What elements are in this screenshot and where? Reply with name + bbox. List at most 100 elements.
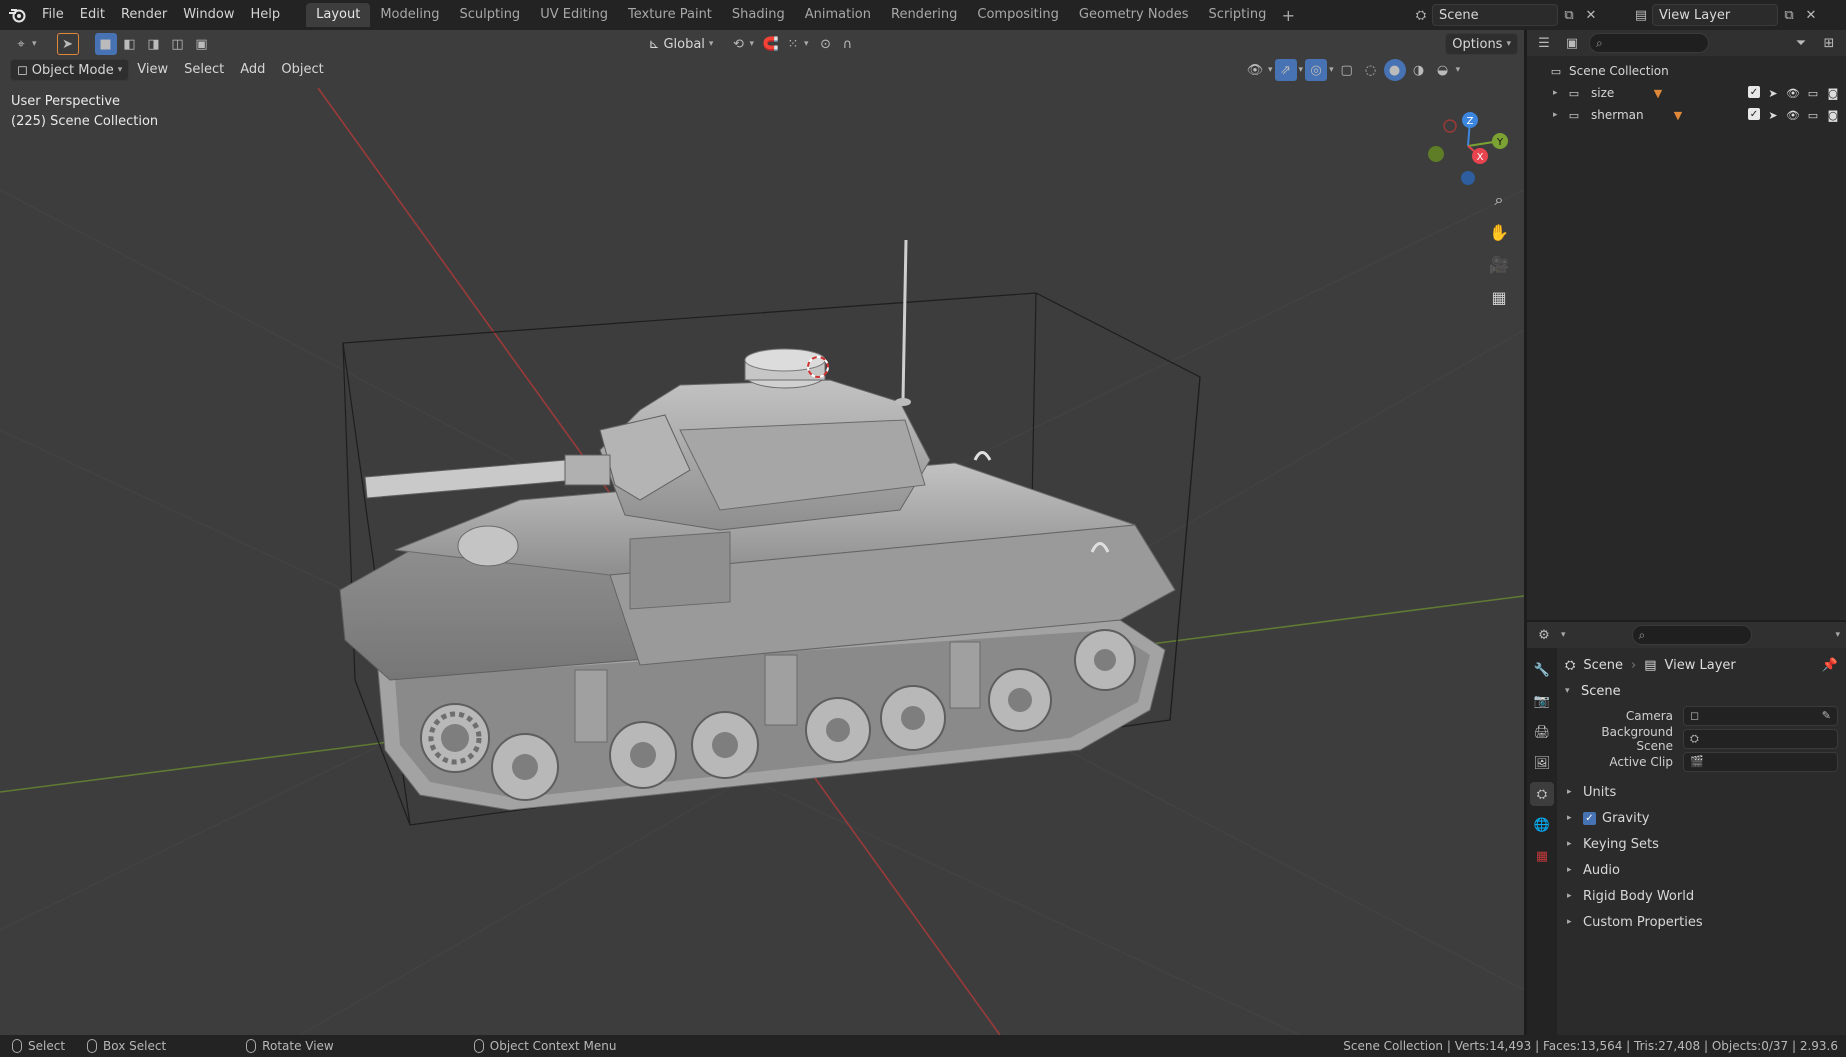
- scene-panel-header[interactable]: ▾ Scene: [1565, 678, 1838, 704]
- scene-icon[interactable]: ⛭: [1410, 4, 1432, 26]
- scene-tab-icon[interactable]: ⛭: [1530, 782, 1554, 806]
- menu-view[interactable]: View: [129, 59, 176, 81]
- select-intersect-icon[interactable]: ▣: [191, 33, 213, 55]
- world-tab-icon[interactable]: 🌐: [1530, 813, 1554, 837]
- expand-triangle-icon[interactable]: ▸: [1553, 88, 1563, 98]
- shading-chevron-icon[interactable]: ▾: [1456, 65, 1461, 75]
- properties-options-chevron-icon[interactable]: ▾: [1835, 630, 1840, 640]
- view-layer-tab-icon[interactable]: 🖼: [1530, 751, 1554, 775]
- tab-shading[interactable]: Shading: [722, 3, 795, 27]
- select-subtract-icon[interactable]: ◨: [143, 33, 165, 55]
- view-layer-name-field[interactable]: View Layer: [1652, 4, 1778, 26]
- snap-icon[interactable]: 🧲: [760, 33, 782, 55]
- menu-edit[interactable]: Edit: [72, 3, 113, 27]
- eye-icon[interactable]: 👁: [1786, 108, 1800, 122]
- render-tab-icon[interactable]: 📷: [1530, 689, 1554, 713]
- monitor-icon[interactable]: ▭: [1806, 86, 1820, 100]
- menu-add[interactable]: Add: [232, 59, 273, 81]
- tab-scripting[interactable]: Scripting: [1199, 3, 1277, 27]
- editor-type-icon[interactable]: ⌖: [10, 33, 32, 55]
- selectable-arrow-icon[interactable]: ➤: [1766, 108, 1780, 122]
- menu-object[interactable]: Object: [273, 59, 331, 81]
- pivot-point-icon[interactable]: ⟲: [727, 33, 749, 55]
- delete-scene-icon[interactable]: ✕: [1580, 4, 1602, 26]
- new-view-layer-icon[interactable]: ⧉: [1778, 4, 1800, 26]
- menu-select[interactable]: Select: [176, 59, 232, 81]
- material-shading-icon[interactable]: ◑: [1408, 59, 1430, 81]
- select-tool-icon[interactable]: ➤: [56, 33, 79, 55]
- tab-animation[interactable]: Animation: [795, 3, 881, 27]
- keying-sets-panel[interactable]: ▸ Keying Sets: [1565, 831, 1838, 857]
- outliner-editor-type-icon[interactable]: ☰: [1533, 32, 1555, 54]
- delete-view-layer-icon[interactable]: ✕: [1800, 4, 1822, 26]
- tool-tab-icon[interactable]: 🔧: [1530, 658, 1554, 682]
- editor-type-chevron-icon[interactable]: ▾: [32, 39, 37, 49]
- menu-help[interactable]: Help: [243, 3, 289, 27]
- new-scene-icon[interactable]: ⧉: [1558, 4, 1580, 26]
- new-collection-icon[interactable]: ⊞: [1818, 32, 1840, 54]
- solid-shading-icon[interactable]: ●: [1383, 59, 1406, 81]
- menu-window[interactable]: Window: [175, 3, 242, 27]
- view-layer-icon[interactable]: ▤: [1630, 4, 1652, 26]
- ortho-grid-icon[interactable]: ▦: [1485, 283, 1513, 311]
- navigation-gizmo[interactable]: Z Y X: [1420, 96, 1520, 196]
- outliner-row-size[interactable]: ▸ ▭ size ▼ ✓ ➤ 👁 ▭ ◙: [1527, 82, 1846, 104]
- add-workspace-button[interactable]: +: [1276, 6, 1300, 25]
- tab-geometry-nodes[interactable]: Geometry Nodes: [1069, 3, 1199, 27]
- gizmo-chevron-icon[interactable]: ▾: [1299, 65, 1304, 75]
- menu-render[interactable]: Render: [113, 3, 175, 27]
- output-tab-icon[interactable]: 🖨: [1530, 720, 1554, 744]
- gizmo-icon[interactable]: ⇗: [1274, 59, 1297, 81]
- menu-file[interactable]: File: [34, 3, 72, 27]
- properties-editor-type-icon[interactable]: ⚙: [1533, 624, 1555, 646]
- sherman-tank-model[interactable]: [339, 239, 1176, 811]
- tab-rendering[interactable]: Rendering: [881, 3, 967, 27]
- scene-name-field[interactable]: Scene: [1432, 4, 1558, 26]
- camera-field[interactable]: ◻ ✎: [1683, 705, 1838, 726]
- snap-target-icon[interactable]: ⁙: [782, 33, 804, 55]
- mode-dropdown[interactable]: ◻ Object Mode ▾: [10, 59, 130, 81]
- rendered-shading-icon[interactable]: ◒: [1432, 59, 1454, 81]
- select-invert-icon[interactable]: ◫: [167, 33, 189, 55]
- select-new-icon[interactable]: ■: [94, 33, 117, 55]
- filter-icon[interactable]: ⏷: [1790, 32, 1812, 54]
- overlays-chevron-icon[interactable]: ▾: [1329, 65, 1334, 75]
- wireframe-shading-icon[interactable]: ◌: [1360, 59, 1382, 81]
- eye-icon[interactable]: 👁: [1786, 86, 1800, 100]
- orientation-dropdown[interactable]: ⊾ Global ▾: [643, 33, 720, 55]
- gravity-panel[interactable]: ▸ ✓ Gravity: [1565, 805, 1838, 831]
- display-mode-icon[interactable]: ▣: [1561, 32, 1583, 54]
- visibility-icon[interactable]: 👁: [1244, 59, 1266, 81]
- properties-chevron-icon[interactable]: ▾: [1561, 630, 1566, 640]
- camera-view-icon[interactable]: 🎥: [1485, 250, 1513, 278]
- tab-sculpting[interactable]: Sculpting: [449, 3, 530, 27]
- zoom-icon[interactable]: ⌕: [1485, 186, 1513, 214]
- background-scene-field[interactable]: ⛭: [1683, 728, 1838, 749]
- tab-uv-editing[interactable]: UV Editing: [530, 3, 618, 27]
- snap-chevron-icon[interactable]: ▾: [804, 39, 809, 49]
- pin-icon[interactable]: 📌: [1822, 658, 1838, 673]
- exclude-checkbox[interactable]: ✓: [1748, 86, 1760, 98]
- 3d-viewport[interactable]: ⌖ ▾ ➤ ■ ◧ ◨ ◫ ▣ ⊾ Global ▾ ⟲ ▾ 🧲 ⁙ ▾ ⊙ ∩: [0, 30, 1524, 1035]
- outliner-row-sherman[interactable]: ▸ ▭ sherman ▼ ✓ ➤ 👁 ▭ ◙: [1527, 104, 1846, 126]
- gravity-checkbox[interactable]: ✓: [1583, 811, 1596, 825]
- pivot-chevron-icon[interactable]: ▾: [749, 39, 754, 49]
- tab-compositing[interactable]: Compositing: [967, 3, 1069, 27]
- options-dropdown[interactable]: Options ▾: [1445, 33, 1518, 55]
- render-camera-icon[interactable]: ◙: [1826, 108, 1840, 122]
- selectable-arrow-icon[interactable]: ➤: [1766, 86, 1780, 100]
- tab-texture-paint[interactable]: Texture Paint: [618, 3, 722, 27]
- eyedropper-icon[interactable]: ✎: [1822, 709, 1831, 722]
- proportional-edit-icon[interactable]: ⊙: [815, 33, 837, 55]
- render-camera-icon[interactable]: ◙: [1826, 86, 1840, 100]
- blender-logo-icon[interactable]: [0, 0, 34, 30]
- xray-icon[interactable]: ▢: [1336, 59, 1358, 81]
- exclude-checkbox[interactable]: ✓: [1748, 108, 1760, 120]
- select-extend-icon[interactable]: ◧: [119, 33, 141, 55]
- properties-search-input[interactable]: ⌕: [1631, 625, 1752, 645]
- overlays-icon[interactable]: ◎: [1305, 59, 1328, 81]
- units-panel[interactable]: ▸ Units: [1565, 779, 1838, 805]
- custom-properties-panel[interactable]: ▸ Custom Properties: [1565, 909, 1838, 935]
- monitor-icon[interactable]: ▭: [1806, 108, 1820, 122]
- audio-panel[interactable]: ▸ Audio: [1565, 857, 1838, 883]
